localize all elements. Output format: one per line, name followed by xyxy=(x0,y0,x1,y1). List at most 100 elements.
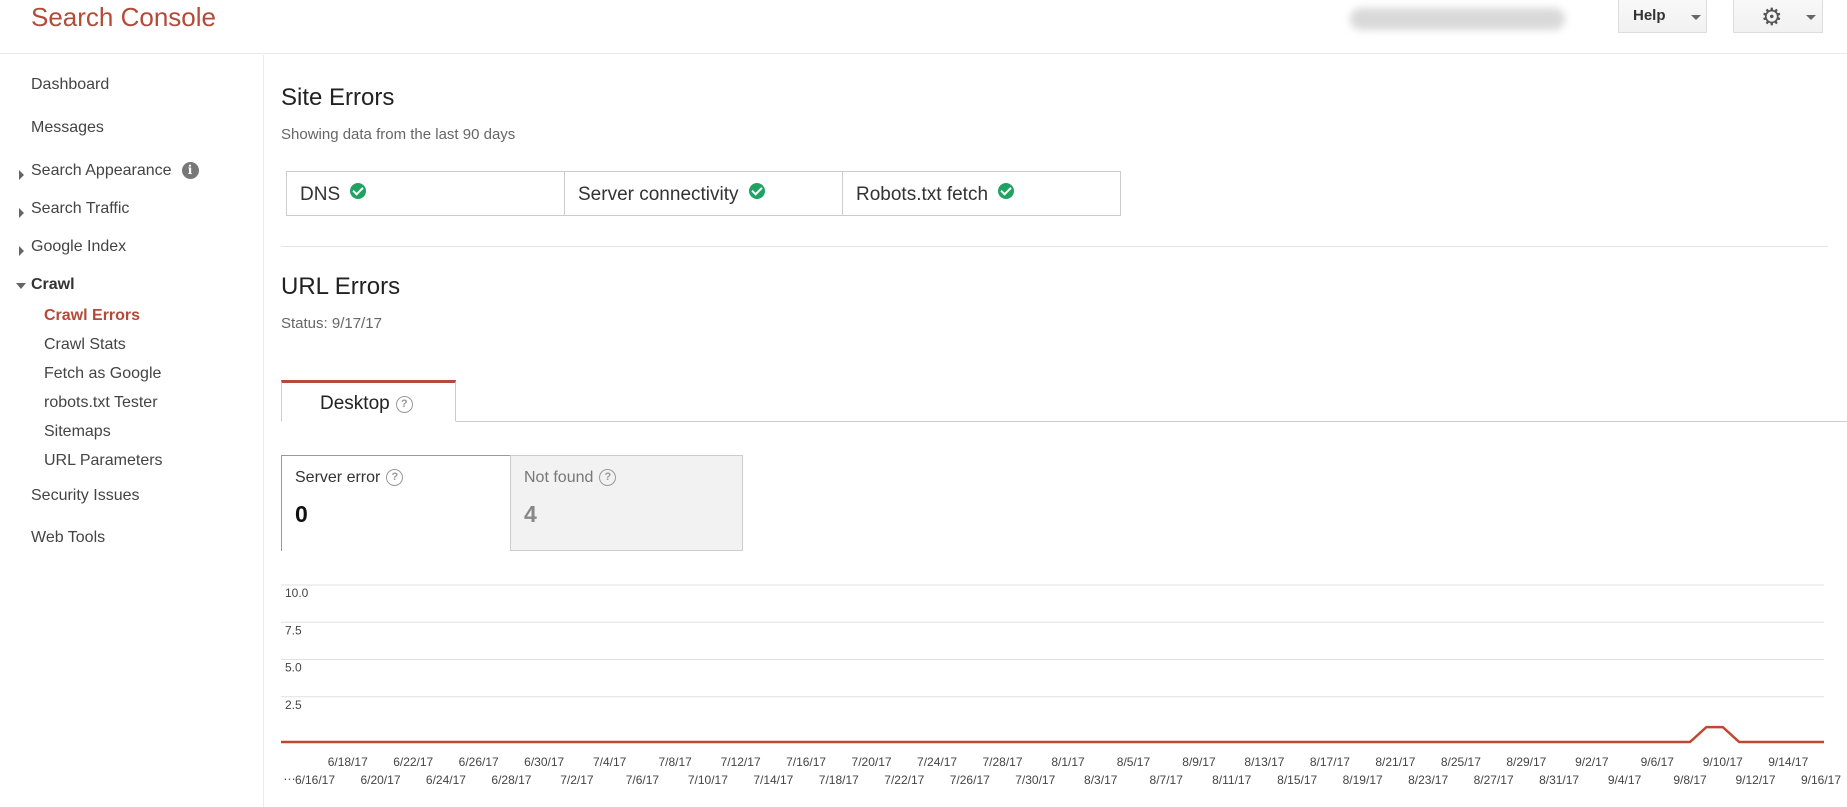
x-tick-label: 9/6/17 xyxy=(1641,755,1675,769)
x-tick-label: 9/10/17 xyxy=(1703,755,1743,769)
x-tick-label: 8/21/17 xyxy=(1375,755,1415,769)
x-tick-label: 8/19/17 xyxy=(1343,773,1383,787)
sidebar-item-fetch-as-google[interactable]: Fetch as Google xyxy=(44,365,161,383)
x-tick-label: 8/11/17 xyxy=(1212,773,1251,787)
x-tick-label: 7/24/17 xyxy=(917,755,957,769)
sidebar-item-robots-tester[interactable]: robots.txt Tester xyxy=(44,394,158,412)
settings-button[interactable]: ⚙ xyxy=(1733,0,1823,33)
x-tick-label: 8/29/17 xyxy=(1506,755,1546,769)
divider xyxy=(281,246,1828,247)
top-bar: Search Console Help ⚙ xyxy=(0,0,1847,54)
y-tick-label: 5.0 xyxy=(285,661,302,675)
expand-arrow-icon[interactable] xyxy=(19,246,24,256)
sidebar-item-google-index[interactable]: Google Index xyxy=(31,238,126,256)
x-tick-label: 8/15/17 xyxy=(1277,773,1317,787)
collapse-arrow-icon[interactable] xyxy=(16,283,26,289)
site-errors-panel: DNS Server connectivity Robots.txt fetch xyxy=(286,171,1121,216)
gear-icon: ⚙ xyxy=(1761,4,1783,31)
metric-label: Server error xyxy=(295,469,381,486)
x-tick-label: 9/8/17 xyxy=(1673,773,1707,787)
sidebar-item-security-issues[interactable]: Security Issues xyxy=(31,487,139,505)
help-button[interactable]: Help xyxy=(1618,0,1707,33)
help-icon[interactable]: ? xyxy=(599,469,617,486)
y-tick-label: 7.5 xyxy=(285,623,302,637)
x-tick-label: 7/12/17 xyxy=(721,755,761,769)
sidebar-item-web-tools[interactable]: Web Tools xyxy=(31,529,105,547)
not-found-metric[interactable]: Not found? 4 xyxy=(510,455,743,551)
x-tick-label: 7/10/17 xyxy=(688,773,728,787)
sidebar-item-crawl-errors[interactable]: Crawl Errors xyxy=(44,307,140,325)
dns-label: DNS xyxy=(300,184,341,205)
x-tick-label: 6/26/17 xyxy=(459,755,499,769)
x-tick-label: 7/6/17 xyxy=(626,773,660,787)
check-icon xyxy=(748,183,765,199)
x-tick-label: 6/28/17 xyxy=(491,773,531,787)
errors-chart: 10.0 7.5 5.0 2.5 6/18/17 6/22/17 6/26/17 6/30/… xyxy=(281,584,1841,787)
sidebar-item-search-traffic[interactable]: Search Traffic xyxy=(31,200,129,218)
x-tick-label: 6/20/17 xyxy=(360,773,400,787)
account-email[interactable] xyxy=(1350,8,1565,30)
x-tick-label: 6/22/17 xyxy=(393,755,433,769)
x-tick-label: 6/30/17 xyxy=(524,755,564,769)
x-tick-label: 9/16/17 xyxy=(1801,773,1841,787)
robots-fetch-label: Robots.txt fetch xyxy=(856,184,989,205)
expand-arrow-icon[interactable] xyxy=(19,208,24,218)
x-tick-label: 8/13/17 xyxy=(1244,755,1284,769)
sidebar: Dashboard Messages Search Appearance i Se… xyxy=(0,55,264,807)
sidebar-item-url-parameters[interactable]: URL Parameters xyxy=(44,452,163,470)
x-tick-label: 7/22/17 xyxy=(884,773,924,787)
x-tick-label: 6/18/17 xyxy=(328,755,368,769)
x-tick-label: 7/26/17 xyxy=(950,773,990,787)
sidebar-item-search-appearance[interactable]: Search Appearance i xyxy=(31,162,199,180)
help-label: Help xyxy=(1633,7,1666,24)
x-tick-label: 9/14/17 xyxy=(1768,755,1808,769)
robots-fetch-status[interactable]: Robots.txt fetch xyxy=(843,172,1120,215)
sidebar-item-dashboard[interactable]: Dashboard xyxy=(31,76,109,94)
x-tick-label: 8/31/17 xyxy=(1539,773,1579,787)
x-tick-label: 9/2/17 xyxy=(1575,755,1609,769)
x-tick-label: 7/20/17 xyxy=(852,755,892,769)
x-tick-label: 7/2/17 xyxy=(560,773,594,787)
url-errors-status: Status: 9/17/17 xyxy=(281,315,382,332)
x-tick-label: 7/16/17 xyxy=(786,755,826,769)
x-tick-label: 8/5/17 xyxy=(1117,755,1151,769)
help-icon[interactable]: ? xyxy=(395,396,413,413)
x-tick-label: 8/27/17 xyxy=(1474,773,1514,787)
site-errors-subtitle: Showing data from the last 90 days xyxy=(281,126,516,143)
sidebar-item-crawl-stats[interactable]: Crawl Stats xyxy=(44,336,126,354)
sidebar-item-sitemaps[interactable]: Sitemaps xyxy=(44,423,111,441)
app-title[interactable]: Search Console xyxy=(31,2,216,33)
expand-arrow-icon[interactable] xyxy=(19,170,24,180)
x-tick-label: 8/25/17 xyxy=(1441,755,1481,769)
chevron-down-icon xyxy=(1806,15,1816,20)
sidebar-item-messages[interactable]: Messages xyxy=(31,119,104,137)
x-tick-label: 8/17/17 xyxy=(1310,755,1350,769)
series-line xyxy=(281,725,1824,744)
sidebar-item-label: Search Appearance xyxy=(31,162,172,179)
metric-value: 0 xyxy=(295,501,308,527)
help-icon[interactable]: ? xyxy=(386,469,404,486)
metric-value: 4 xyxy=(524,501,537,527)
dns-status[interactable]: DNS xyxy=(287,172,565,215)
metric-label: Not found xyxy=(524,469,594,486)
check-icon xyxy=(350,183,367,199)
x-tick-label: 8/23/17 xyxy=(1408,773,1448,787)
server-connectivity-status[interactable]: Server connectivity xyxy=(565,172,843,215)
x-tick-label: 8/9/17 xyxy=(1182,755,1216,769)
x-tick-label: 8/1/17 xyxy=(1051,755,1085,769)
tab-divider xyxy=(281,421,1847,422)
server-connectivity-label: Server connectivity xyxy=(578,184,739,205)
info-icon[interactable]: i xyxy=(181,162,199,179)
x-tick-label: 8/3/17 xyxy=(1084,773,1118,787)
tab-desktop[interactable]: Desktop? xyxy=(281,380,456,422)
x-tick-label: 7/18/17 xyxy=(819,773,859,787)
sidebar-item-crawl[interactable]: Crawl xyxy=(31,276,75,294)
x-tick-label: 6/24/17 xyxy=(426,773,466,787)
x-tick-label: 7/8/17 xyxy=(658,755,692,769)
check-icon xyxy=(998,183,1015,199)
server-error-metric[interactable]: Server error? 0 xyxy=(281,455,511,551)
y-tick-label: 2.5 xyxy=(285,698,302,712)
chevron-down-icon xyxy=(1691,15,1701,20)
x-tick-label: 7/30/17 xyxy=(1015,773,1055,787)
x-tick-label: 8/7/17 xyxy=(1150,773,1184,787)
